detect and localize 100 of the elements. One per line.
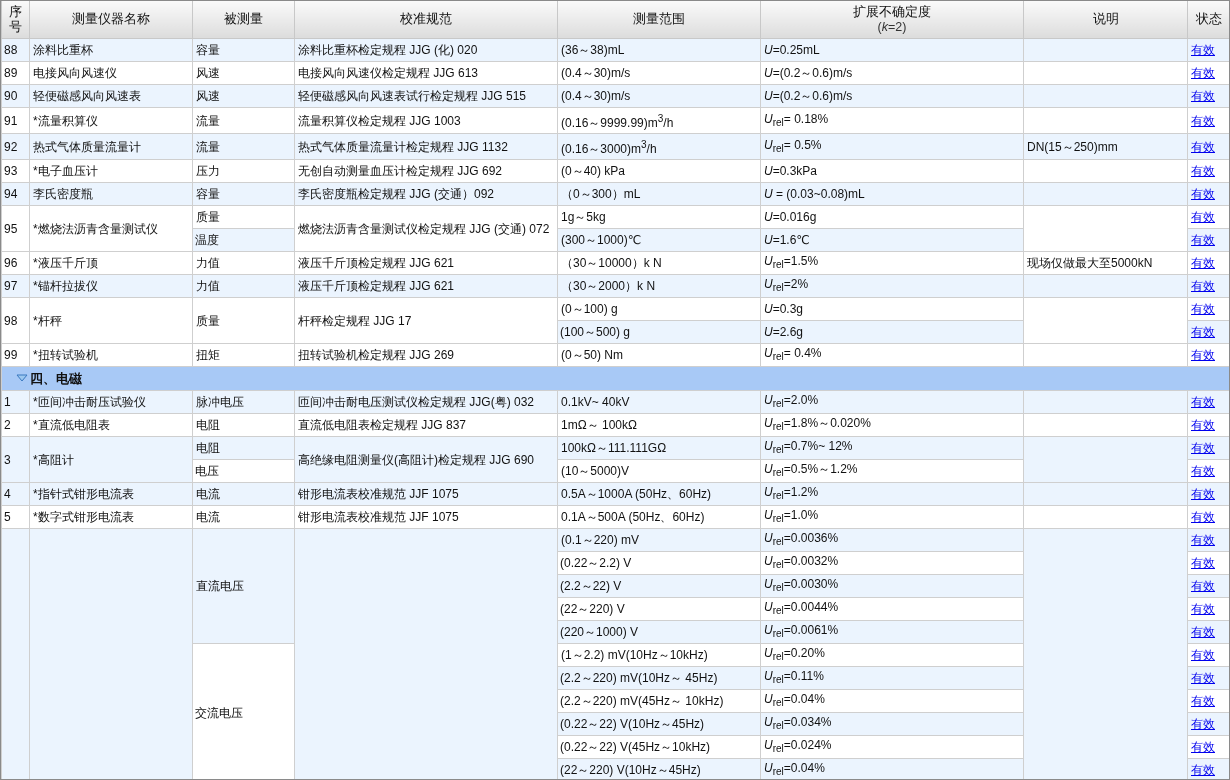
table-cell: U$_{rel}$=1.2% [760, 482, 1024, 506]
table-cell: *指针式钳形电流表 [29, 482, 193, 506]
table-cell: 交流电压 [192, 643, 295, 779]
table-cell: U$_{rel}$=0.5%～1.2% [760, 459, 1024, 483]
table-cell: (1～2.2) mV(10Hz～10kHz) [557, 643, 761, 667]
table-cell: 直流低电阻表检定规程 JJG 837 [294, 413, 558, 437]
table-cell: 100kΩ～111.111GΩ [557, 436, 761, 460]
table-cell: U$_{rel}$=2.0% [760, 390, 1024, 414]
table-cell: 93 [1, 159, 30, 183]
table-cell: U=2.6g [760, 320, 1024, 344]
table-cell: 95 [1, 205, 30, 252]
table-cell: U$_{rel}$=0.024% [760, 735, 1024, 759]
table-cell: 2 [1, 413, 30, 437]
table-cell: U$_{rel}$= 0.18% [760, 107, 1024, 134]
table-cell: *杆秤 [29, 297, 193, 344]
table-cell: (0.4～30)m/s [557, 61, 761, 85]
table-cell: 92 [1, 133, 30, 160]
table-cell: (300～1000)℃ [557, 228, 761, 252]
column-header: 测量范围 [557, 1, 761, 39]
table-cell: 液压千斤顶检定规程 JJG 621 [294, 251, 558, 275]
table-cell: U$_{rel}$=1.0% [760, 505, 1024, 529]
table-cell: *燃烧法沥青含量测试仪 [29, 205, 193, 252]
table-cell: *直流低电阻表 [29, 413, 193, 437]
table-cell: (36～38)mL [557, 38, 761, 62]
column-header: 说明 [1023, 1, 1188, 39]
table-cell: (0.4～30)m/s [557, 84, 761, 108]
table-cell: U$_{rel}$= 0.4% [760, 343, 1024, 367]
column-header: 扩展不确定度 (k=2) [760, 1, 1024, 39]
table-cell: U$_{rel}$=0.04% [760, 689, 1024, 713]
table-cell: (0～40) kPa [557, 159, 761, 183]
table-cell: 电接风向风速仪 [29, 61, 193, 85]
table-cell: 4 [1, 482, 30, 506]
table-cell: 91 [1, 107, 30, 134]
table-cell: U$_{rel}$=0.11% [760, 666, 1024, 690]
table-cell: (0.22～2.2) V [557, 551, 761, 575]
table-cell: 1g～5kg [557, 205, 761, 229]
table-cell: (0.1～220) mV [557, 528, 761, 552]
table-cell: 1 [1, 390, 30, 414]
table-cell: (0.16～3000)m$^{3}$/h [557, 133, 761, 160]
column-header: 序号 [1, 1, 30, 39]
table-cell: U$_{rel}$=1.5% [760, 251, 1024, 275]
table-cell: (22～220) V [557, 597, 761, 621]
table-cell: 0.1kV~ 40kV [557, 390, 761, 414]
table-cell: U=1.6℃ [760, 228, 1024, 252]
table-cell: *流量积算仪 [29, 107, 193, 134]
table-cell: (0.22～22) V(45Hz～10kHz) [557, 735, 761, 759]
table-cell: （30～10000）k N [557, 251, 761, 275]
table-cell: U=0.25mL [760, 38, 1024, 62]
table-cell: 电接风向风速仪检定规程 JJG 613 [294, 61, 558, 85]
table-cell: 质量 [192, 297, 295, 344]
table-cell: 流量 [192, 107, 295, 134]
table-cell: (0～100) g [557, 297, 761, 321]
table-cell: U$_{rel}$=0.0030% [760, 574, 1024, 598]
section-header[interactable]: 四、电磁 [1, 366, 1229, 391]
table-cell: U$_{rel}$=0.0036% [760, 528, 1024, 552]
table-cell: (220～1000) V [557, 620, 761, 644]
table-cell: U$_{rel}$=1.8%～0.020% [760, 413, 1024, 437]
table-cell: *高阻计 [29, 436, 193, 483]
table-cell: 匝间冲击耐电压测试仪检定规程 JJG(粤) 032 [294, 390, 558, 414]
table-cell: （30～2000）k N [557, 274, 761, 298]
column-header: 被测量 [192, 1, 295, 39]
table-cell: U=(0.2～0.6)m/s [760, 84, 1024, 108]
table-cell: 液压千斤顶检定规程 JJG 621 [294, 274, 558, 298]
table-cell: 现场仅做最大至5000kN [1023, 251, 1188, 275]
table-cell: 5 [1, 505, 30, 529]
table-cell: U=0.3kPa [760, 159, 1024, 183]
table-cell: 涂料比重杯检定规程 JJG (化) 020 [294, 38, 558, 62]
table-cell: 0.5A～1000A (50Hz、60Hz) [557, 482, 761, 506]
expand-icon[interactable] [16, 373, 28, 382]
table-cell: 99 [1, 343, 30, 367]
table-cell: 热式气体质量流量计 [29, 133, 193, 160]
table-cell: *数字式钳形电流表 [29, 505, 193, 529]
table-cell: 扭转试验机检定规程 JJG 269 [294, 343, 558, 367]
table-cell: U$_{rel}$=2% [760, 274, 1024, 298]
table-cell: (0.16～9999.99)m$^{3}$/h [557, 107, 761, 134]
table-cell: *锚杆拉拔仪 [29, 274, 193, 298]
table-cell: 96 [1, 251, 30, 275]
column-header: 校准规范 [294, 1, 558, 39]
table-cell: 轻便磁感风向风速表 [29, 84, 193, 108]
table-cell: *匝间冲击耐压试验仪 [29, 390, 193, 414]
table-cell: U$_{rel}$=0.20% [760, 643, 1024, 667]
table-cell: U$_{rel}$=0.0044% [760, 597, 1024, 621]
table-cell: (2.2～220) mV(45Hz～ 10kHz) [557, 689, 761, 713]
column-header: 测量仪器名称 [29, 1, 193, 39]
table-cell: U$_{rel}$=0.7%~ 12% [760, 436, 1024, 460]
table-cell: 钳形电流表校准规范 JJF 1075 [294, 482, 558, 506]
table-cell: 钳形电流表校准规范 JJF 1075 [294, 505, 558, 529]
table-cell: 热式气体质量流量计检定规程 JJG 1132 [294, 133, 558, 160]
table-cell: 97 [1, 274, 30, 298]
table-cell: U = (0.03~0.08)mL [760, 182, 1024, 206]
table-cell: 89 [1, 61, 30, 85]
table-cell: U$_{rel}$=0.0061% [760, 620, 1024, 644]
table-cell: U=0.016g [760, 205, 1024, 229]
table-cell: U=0.3g [760, 297, 1024, 321]
table-cell: *电子血压计 [29, 159, 193, 183]
table-cell: 流量 [192, 133, 295, 160]
table-cell: U$_{rel}$= 0.5% [760, 133, 1024, 160]
table-cell: 无创自动测量血压计检定规程 JJG 692 [294, 159, 558, 183]
table-cell: 98 [1, 297, 30, 344]
table-cell: 李氏密度瓶 [29, 182, 193, 206]
